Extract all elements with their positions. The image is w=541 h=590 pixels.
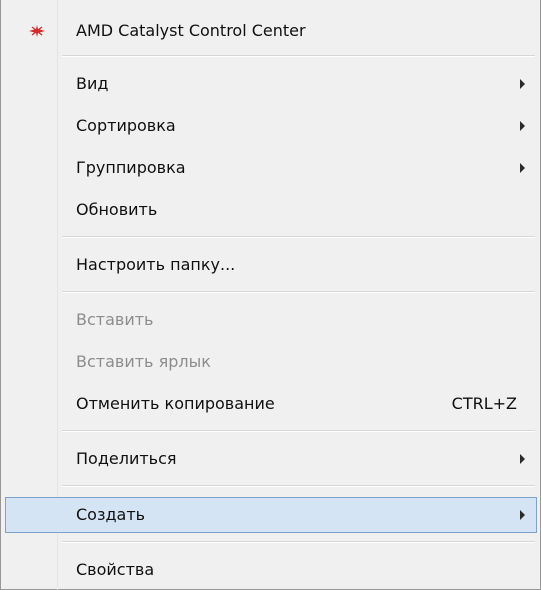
menu-separator	[62, 291, 535, 293]
menu-item-amd-catalyst[interactable]: AMD Catalyst Control Center	[5, 14, 537, 48]
menu-item-label: Создать	[76, 505, 146, 524]
menu-item-label: Вставить	[76, 310, 154, 329]
menu-separator	[62, 541, 535, 543]
amd-catalyst-icon	[29, 25, 45, 37]
menu-separator	[62, 485, 535, 487]
menu-item-paste: Вставить	[5, 303, 537, 337]
menu-item-label: Свойства	[76, 560, 155, 579]
menu-item-label: Обновить	[76, 200, 158, 219]
menu-separator	[62, 55, 535, 57]
context-menu: AMD Catalyst Control Center Вид Сортиров…	[0, 0, 541, 590]
menu-item-label: Поделиться	[76, 449, 177, 468]
submenu-arrow-icon	[520, 454, 525, 464]
menu-item-refresh[interactable]: Обновить	[5, 193, 537, 227]
submenu-arrow-icon	[520, 121, 525, 131]
menu-item-label: Настроить папку...	[76, 255, 236, 274]
menu-separator	[62, 430, 535, 432]
menu-item-shortcut: CTRL+Z	[451, 394, 517, 413]
menu-item-view[interactable]: Вид	[5, 67, 537, 101]
menu-item-label: AMD Catalyst Control Center	[76, 21, 306, 40]
menu-item-undo-copy[interactable]: Отменить копирование CTRL+Z	[5, 387, 537, 421]
menu-item-sort[interactable]: Сортировка	[5, 109, 537, 143]
submenu-arrow-icon	[520, 163, 525, 173]
menu-item-group[interactable]: Группировка	[5, 151, 537, 185]
menu-item-label: Сортировка	[76, 116, 176, 135]
menu-item-label: Отменить копирование	[76, 394, 275, 413]
submenu-arrow-icon	[520, 79, 525, 89]
menu-item-label: Группировка	[76, 158, 186, 177]
menu-item-label: Вставить ярлык	[76, 352, 211, 371]
menu-item-customize-folder[interactable]: Настроить папку...	[5, 248, 537, 282]
menu-item-label: Вид	[76, 74, 109, 93]
menu-item-share[interactable]: Поделиться	[5, 442, 537, 476]
menu-separator	[62, 236, 535, 238]
menu-item-paste-shortcut: Вставить ярлык	[5, 345, 537, 379]
menu-item-create[interactable]: Создать	[5, 497, 537, 533]
menu-item-properties[interactable]: Свойства	[5, 553, 537, 587]
submenu-arrow-icon	[520, 510, 525, 520]
